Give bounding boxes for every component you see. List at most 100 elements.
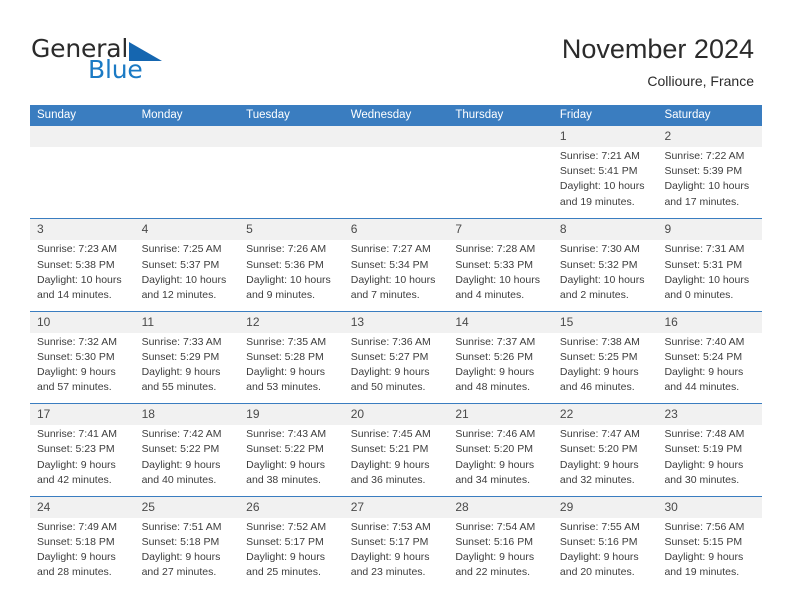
daylight-text-line1: Daylight: 10 hours <box>664 273 750 286</box>
calendar-day-cell[interactable]: 26 Sunrise: 7:52 AM Sunset: 5:17 PM Dayligh… <box>239 497 344 588</box>
weekday-header-saturday: Saturday <box>664 109 711 121</box>
calendar-day-cell[interactable]: 19 Sunrise: 7:43 AM Sunset: 5:22 PM Dayligh… <box>239 404 344 495</box>
daylight-text-line2: and 12 minutes. <box>141 289 217 301</box>
sunrise-text: Sunrise: 7:35 AM <box>246 335 327 348</box>
calendar-day-cell[interactable]: 28 Sunrise: 7:54 AM Sunset: 5:16 PM Dayligh… <box>448 497 553 588</box>
sunset-text: Sunset: 5:18 PM <box>37 535 115 548</box>
calendar-day-cell[interactable]: 14 Sunrise: 7:37 AM Sunset: 5:26 PM Dayligh… <box>448 312 553 403</box>
daylight-text-line2: and 50 minutes. <box>350 381 426 394</box>
calendar-day-cell[interactable]: 25 Sunrise: 7:51 AM Sunset: 5:18 PM Dayligh… <box>135 497 240 588</box>
calendar-day-cell[interactable]: 5 Sunrise: 7:26 AM Sunset: 5:36 PM Daylight… <box>239 219 344 310</box>
sunset-text: Sunset: 5:17 PM <box>246 535 324 548</box>
calendar-day-cell[interactable]: 29 Sunrise: 7:55 AM Sunset: 5:16 PM Dayligh… <box>553 497 658 588</box>
daylight-text-line2: and 9 minutes. <box>246 289 316 301</box>
day-sun-info: Sunrise: 7:54 AM Sunset: 5:16 PM Daylight:… <box>455 520 547 581</box>
calendar-day-cell[interactable]: 18 Sunrise: 7:42 AM Sunset: 5:22 PM Dayligh… <box>135 404 240 495</box>
daylight-text-line2: and 40 minutes. <box>141 473 217 486</box>
day-sun-info: Sunrise: 7:49 AM Sunset: 5:18 PM Daylight:… <box>37 520 129 581</box>
daylight-text-line2: and 55 minutes. <box>141 381 217 394</box>
calendar-day-cell[interactable]: 4 Sunrise: 7:25 AM Sunset: 5:37 PM Daylight… <box>135 219 240 310</box>
sunset-text: Sunset: 5:18 PM <box>141 535 220 548</box>
sunset-text: Sunset: 5:17 PM <box>350 535 429 548</box>
day-sun-info: Sunrise: 7:27 AM Sunset: 5:34 PM Daylight:… <box>351 242 443 303</box>
calendar-day-cell[interactable]: 3 Sunrise: 7:23 AM Sunset: 5:38 PM Daylight… <box>30 219 135 310</box>
calendar-day-cell[interactable]: 17 Sunrise: 7:41 AM Sunset: 5:23 PM Dayligh… <box>30 404 135 495</box>
daylight-text-line1: Daylight: 10 hours <box>350 273 436 286</box>
sunset-text: Sunset: 5:32 PM <box>559 258 638 271</box>
calendar-day-cell[interactable]: 2 Sunrise: 7:22 AM Sunset: 5:39 PM Daylight… <box>657 126 762 218</box>
daylight-text-line1: Daylight: 10 hours <box>664 180 750 193</box>
page-header: General Blue November 2024 Collioure, Fr… <box>0 0 792 104</box>
daylight-text-line2: and 57 minutes. <box>37 381 112 394</box>
day-number: 13 <box>350 314 365 329</box>
daylight-text-line2: and 22 minutes. <box>455 566 531 579</box>
calendar-day-cell[interactable]: 7 Sunrise: 7:28 AM Sunset: 5:33 PM Daylight… <box>448 219 553 310</box>
sunrise-text: Sunrise: 7:37 AM <box>455 335 536 348</box>
day-number: 2 <box>664 129 672 143</box>
day-sun-info: Sunrise: 7:21 AM Sunset: 5:41 PM Daylight:… <box>560 149 652 210</box>
sunset-text: Sunset: 5:22 PM <box>141 443 220 456</box>
day-number: 29 <box>559 499 574 514</box>
day-number: 15 <box>559 314 574 329</box>
calendar-day-cell-empty <box>448 126 553 218</box>
sunset-text: Sunset: 5:41 PM <box>559 165 638 178</box>
day-number: 19 <box>246 407 260 422</box>
daylight-text-line1: Daylight: 10 hours <box>246 273 331 286</box>
calendar-day-cell[interactable]: 21 Sunrise: 7:46 AM Sunset: 5:20 PM Dayligh… <box>448 404 553 495</box>
day-number: 26 <box>246 499 260 514</box>
day-number: 11 <box>141 314 155 329</box>
calendar-day-cell[interactable]: 27 Sunrise: 7:53 AM Sunset: 5:17 PM Dayligh… <box>344 497 449 588</box>
daylight-text-line1: Daylight: 9 hours <box>37 458 116 471</box>
daylight-text-line2: and 28 minutes. <box>37 566 112 579</box>
sunset-text: Sunset: 5:31 PM <box>664 258 743 271</box>
daylight-text-line1: Daylight: 9 hours <box>141 550 221 563</box>
sunrise-text: Sunrise: 7:25 AM <box>141 243 222 256</box>
calendar-day-cell[interactable]: 24 Sunrise: 7:49 AM Sunset: 5:18 PM Dayligh… <box>30 497 135 588</box>
calendar-day-cell[interactable]: 9 Sunrise: 7:31 AM Sunset: 5:31 PM Daylight… <box>657 219 762 310</box>
calendar-day-cell[interactable]: 8 Sunrise: 7:30 AM Sunset: 5:32 PM Daylight… <box>553 219 658 310</box>
sunrise-text: Sunrise: 7:41 AM <box>37 428 117 441</box>
daylight-text-line2: and 42 minutes. <box>37 473 112 486</box>
daylight-text-line2: and 34 minutes. <box>455 473 531 486</box>
daylight-text-line1: Daylight: 9 hours <box>664 366 744 379</box>
day-number: 21 <box>455 407 469 422</box>
day-sun-info: Sunrise: 7:51 AM Sunset: 5:18 PM Daylight:… <box>142 520 234 581</box>
calendar-day-cell[interactable]: 13 Sunrise: 7:36 AM Sunset: 5:27 PM Dayligh… <box>344 312 449 403</box>
calendar-day-cell[interactable]: 6 Sunrise: 7:27 AM Sunset: 5:34 PM Daylight… <box>344 219 449 310</box>
sunrise-text: Sunrise: 7:31 AM <box>664 243 745 256</box>
day-sun-info: Sunrise: 7:53 AM Sunset: 5:17 PM Daylight:… <box>351 520 443 581</box>
daylight-text-line2: and 14 minutes. <box>37 289 112 301</box>
calendar-day-cell[interactable]: 30 Sunrise: 7:56 AM Sunset: 5:15 PM Dayligh… <box>657 497 762 588</box>
day-sun-info: Sunrise: 7:40 AM Sunset: 5:24 PM Daylight:… <box>664 335 756 396</box>
sunset-text: Sunset: 5:26 PM <box>455 350 533 363</box>
calendar-day-cell[interactable]: 23 Sunrise: 7:48 AM Sunset: 5:19 PM Dayligh… <box>657 404 762 495</box>
daylight-text-line1: Daylight: 10 hours <box>559 180 645 193</box>
calendar-weeks: 1 Sunrise: 7:21 AM Sunset: 5:41 PM Daylight… <box>30 126 762 588</box>
sunrise-text: Sunrise: 7:36 AM <box>350 335 431 348</box>
brand-logo[interactable]: General Blue <box>31 35 251 85</box>
day-number: 28 <box>455 499 469 514</box>
day-number: 20 <box>350 407 365 422</box>
calendar-day-cell[interactable]: 11 Sunrise: 7:33 AM Sunset: 5:29 PM Dayligh… <box>135 312 240 403</box>
daylight-text-line1: Daylight: 9 hours <box>246 550 325 563</box>
sunset-text: Sunset: 5:29 PM <box>141 350 220 363</box>
sunrise-text: Sunrise: 7:30 AM <box>559 243 640 256</box>
calendar-day-cell[interactable]: 16 Sunrise: 7:40 AM Sunset: 5:24 PM Dayligh… <box>657 312 762 403</box>
calendar-day-cell[interactable]: 10 Sunrise: 7:32 AM Sunset: 5:30 PM Dayligh… <box>30 312 135 403</box>
sunset-text: Sunset: 5:27 PM <box>350 350 429 363</box>
calendar-day-cell-empty <box>239 126 344 218</box>
day-number: 27 <box>350 499 365 514</box>
brand-name-blue: Blue <box>88 55 143 84</box>
calendar-day-cell[interactable]: 22 Sunrise: 7:47 AM Sunset: 5:20 PM Dayligh… <box>553 404 658 495</box>
daylight-text-line1: Daylight: 9 hours <box>246 366 325 379</box>
calendar-day-cell[interactable]: 15 Sunrise: 7:38 AM Sunset: 5:25 PM Dayligh… <box>553 312 658 403</box>
calendar-day-cell[interactable]: 12 Sunrise: 7:35 AM Sunset: 5:28 PM Dayligh… <box>239 312 344 403</box>
sunrise-text: Sunrise: 7:33 AM <box>141 335 222 348</box>
daylight-text-line2: and 0 minutes. <box>664 289 734 301</box>
day-sun-info: Sunrise: 7:43 AM Sunset: 5:22 PM Daylight:… <box>246 427 338 488</box>
daylight-text-line2: and 4 minutes. <box>455 289 525 301</box>
day-sun-info: Sunrise: 7:55 AM Sunset: 5:16 PM Daylight:… <box>560 520 652 581</box>
calendar-day-cell[interactable]: 1 Sunrise: 7:21 AM Sunset: 5:41 PM Daylight… <box>553 126 658 218</box>
calendar-day-cell[interactable]: 20 Sunrise: 7:45 AM Sunset: 5:21 PM Dayligh… <box>344 404 449 495</box>
daylight-text-line2: and 38 minutes. <box>246 473 321 486</box>
